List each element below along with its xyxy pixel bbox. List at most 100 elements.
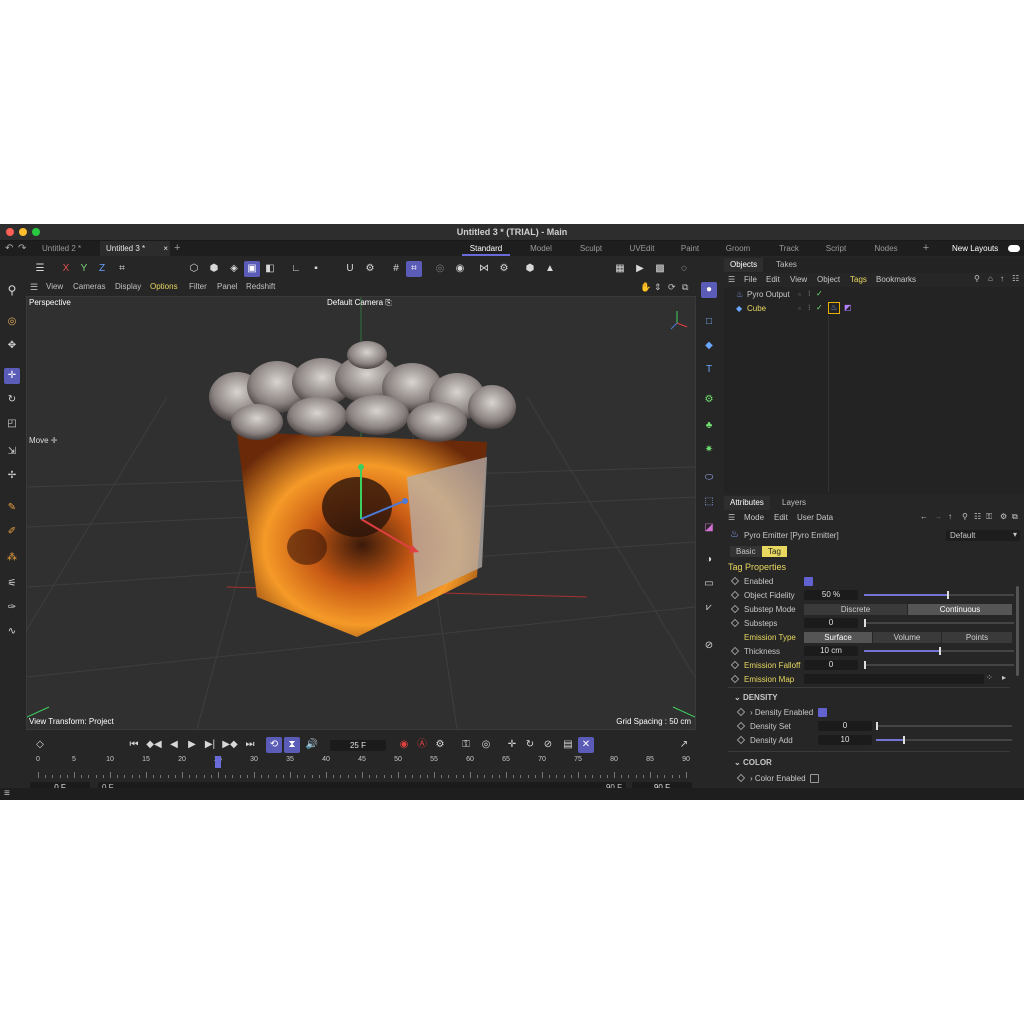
back-arrow-icon[interactable]: ←: [920, 512, 928, 521]
keyframe-icon[interactable]: [736, 707, 746, 717]
layer-icon[interactable]: ▫: [798, 290, 801, 299]
z-axis-lock[interactable]: Z: [94, 261, 110, 277]
rotate-view-icon[interactable]: ⟳: [668, 282, 676, 293]
param-key-icon[interactable]: ▤: [560, 737, 576, 753]
lock-icon[interactable]: ⚿: [986, 512, 992, 522]
key-settings-icon[interactable]: ⚙: [432, 737, 448, 753]
new-tab-button[interactable]: +: [168, 241, 186, 256]
go-to-end-icon[interactable]: ⏭: [242, 737, 258, 753]
attributes-menu-user-data[interactable]: User Data: [797, 513, 833, 522]
add-layout-button[interactable]: +: [902, 241, 950, 256]
search-icon[interactable]: ⚲: [4, 282, 20, 298]
compass-icon[interactable]: ⊘: [701, 638, 717, 654]
visibility-icon[interactable]: ⁝: [808, 303, 811, 312]
keyframe-icon[interactable]: [730, 604, 740, 614]
knife-tool-icon[interactable]: ✑: [4, 600, 20, 616]
hierarchy-icon[interactable]: ⬚: [701, 494, 717, 510]
object-fidelity-input[interactable]: 50 %: [804, 590, 858, 600]
objects-menu-edit[interactable]: Edit: [766, 275, 780, 284]
grid-snap-icon[interactable]: #: [388, 261, 404, 277]
spline-tools-icon[interactable]: ⁂: [4, 550, 20, 566]
pyro-emitter-tag-icon[interactable]: ♨: [828, 302, 840, 314]
doc-tab-untitled-3[interactable]: Untitled 3 * ×: [100, 241, 170, 256]
density-add-input[interactable]: 10: [818, 735, 872, 745]
cube-icon[interactable]: ◆: [701, 338, 717, 354]
layout-tab-groom[interactable]: Groom: [714, 241, 762, 256]
rotation-key-icon[interactable]: ↻: [522, 737, 538, 753]
picture-viewer-icon[interactable]: ◌: [676, 261, 692, 277]
emission-type-surface[interactable]: Surface: [804, 632, 872, 643]
rotate-tool-icon[interactable]: ↻: [4, 392, 20, 408]
keyframe-icon[interactable]: [736, 721, 746, 731]
keyframe-mode-icon[interactable]: ◇: [32, 737, 48, 753]
layout-tab-paint[interactable]: Paint: [666, 241, 714, 256]
substeps-input[interactable]: 0: [804, 618, 858, 628]
maximize-view-icon[interactable]: ⧉: [682, 282, 688, 293]
loop-icon[interactable]: ⟲: [266, 737, 282, 753]
object-fidelity-slider-knob[interactable]: [946, 591, 949, 599]
key-filter-icon[interactable]: ◎: [478, 737, 494, 753]
menu-cameras[interactable]: Cameras: [73, 282, 105, 291]
timeline-editor-icon[interactable]: ↗: [676, 737, 692, 753]
object-row-pyro-output[interactable]: ♨ Pyro Output ▫ ⁝ ✓: [724, 289, 1024, 301]
previous-key-icon[interactable]: ◆◀: [146, 737, 162, 753]
coordinate-system-icon[interactable]: ⌗: [114, 261, 130, 277]
deformer-icon[interactable]: ✷: [701, 442, 717, 458]
playhead[interactable]: [215, 756, 221, 768]
undo-icon[interactable]: ↶: [5, 243, 13, 254]
density-add-slider-knob[interactable]: [903, 736, 906, 744]
transform-tool-icon[interactable]: ⇲: [4, 444, 20, 460]
density-enabled-checkbox[interactable]: [818, 708, 827, 717]
layout-tab-uvedit[interactable]: UVEdit: [618, 241, 666, 256]
settings-icon[interactable]: ⚙: [362, 261, 378, 277]
doc-tab-untitled-2[interactable]: Untitled 2 *: [36, 241, 87, 256]
scale-tool-icon[interactable]: ◰: [4, 416, 20, 432]
pan-icon[interactable]: ✋: [640, 282, 651, 293]
render-icon[interactable]: ◉: [452, 261, 468, 277]
attributes-menu-mode[interactable]: Mode: [744, 513, 764, 522]
text-icon[interactable]: T: [701, 362, 717, 378]
color-enabled-checkbox[interactable]: [810, 774, 819, 783]
emission-falloff-input[interactable]: 0: [804, 660, 858, 670]
density-set-slider[interactable]: [876, 725, 1012, 727]
color-section-header[interactable]: ⌄ COLOR: [734, 758, 772, 767]
camera-name[interactable]: Default Camera ⎘: [327, 298, 392, 308]
render-settings-icon[interactable]: ▩: [652, 261, 668, 277]
polygons-mode-icon[interactable]: ◈: [226, 261, 242, 277]
filter-icon[interactable]: ☷: [974, 512, 981, 521]
forward-arrow-icon[interactable]: →: [934, 512, 942, 521]
objects-menu-icon[interactable]: ☰: [728, 275, 735, 284]
live-selection-icon[interactable]: ◎: [4, 314, 20, 330]
brush-icon[interactable]: ⚟: [4, 576, 20, 592]
emission-type-volume[interactable]: Volume: [873, 632, 941, 643]
layout-tab-model[interactable]: Model: [517, 241, 565, 256]
keyframe-icon[interactable]: [730, 576, 740, 586]
fps-icon[interactable]: ⧗: [284, 737, 300, 753]
attributes-scrollbar[interactable]: [1016, 586, 1019, 676]
floor-icon[interactable]: ⩗: [701, 600, 717, 616]
layout-tab-track[interactable]: Track: [765, 241, 813, 256]
expand-icon[interactable]: ▸: [1002, 673, 1006, 682]
play-icon[interactable]: ▶: [184, 737, 200, 753]
render-view-icon[interactable]: ▶: [632, 261, 648, 277]
attributes-menu-edit[interactable]: Edit: [774, 513, 788, 522]
menu-filter[interactable]: Filter: [189, 282, 207, 291]
menu-display[interactable]: Display: [115, 282, 141, 291]
generator-icon[interactable]: ⚙: [701, 392, 717, 408]
hexagon-icon[interactable]: ⬢: [522, 261, 538, 277]
keyframe-icon[interactable]: [730, 660, 740, 670]
new-layouts-toggle[interactable]: [1008, 245, 1020, 252]
tab-takes[interactable]: Takes: [770, 258, 803, 272]
model-mode-icon[interactable]: ▣: [244, 261, 260, 277]
workplane-icon[interactable]: ▪: [308, 261, 324, 277]
density-set-slider-knob[interactable]: [876, 722, 878, 730]
objects-menu-bookmarks[interactable]: Bookmarks: [876, 275, 916, 284]
go-to-start-icon[interactable]: ⏮: [126, 737, 142, 753]
layout-tab-sculpt[interactable]: Sculpt: [567, 241, 615, 256]
material-tag-icon[interactable]: ◩: [844, 303, 852, 312]
triangle-icon[interactable]: ▲: [542, 261, 558, 277]
current-frame-input[interactable]: 25 F: [330, 740, 386, 751]
emission-falloff-slider-knob[interactable]: [864, 661, 866, 669]
texture-mode-icon[interactable]: ◧: [262, 261, 278, 277]
texture-menu-icon[interactable]: ⁘: [986, 673, 993, 682]
